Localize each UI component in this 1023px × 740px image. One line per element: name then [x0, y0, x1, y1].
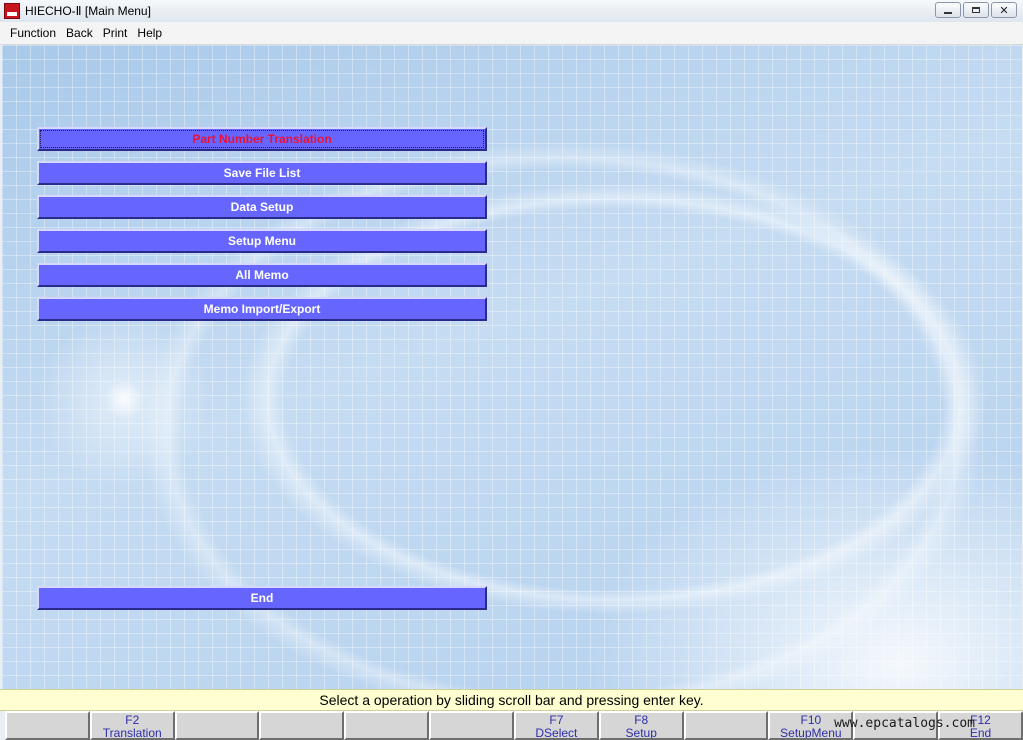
- setup-menu-button[interactable]: Setup Menu: [37, 229, 487, 253]
- menu-print[interactable]: Print: [99, 26, 132, 40]
- fkey-f2-translation[interactable]: F2 Translation: [89, 711, 175, 740]
- status-message: Select a operation by sliding scroll bar…: [319, 692, 704, 708]
- fkey-6[interactable]: [429, 711, 514, 740]
- maximize-button[interactable]: [963, 2, 989, 18]
- minimize-icon: [944, 11, 952, 14]
- maximize-icon: [972, 7, 980, 13]
- app-window: HIECHO-Ⅱ [Main Menu] ✕ Function Back Pri…: [0, 0, 1023, 740]
- menu-back[interactable]: Back: [62, 26, 97, 40]
- memo-import-export-button[interactable]: Memo Import/Export: [37, 297, 487, 321]
- main-panel: Part Number Translation Save File List D…: [2, 45, 1022, 689]
- fkey-f7-dselect[interactable]: F7 DSelect: [513, 711, 599, 740]
- title-bar[interactable]: HIECHO-Ⅱ [Main Menu] ✕: [0, 0, 1023, 23]
- menu-function[interactable]: Function: [6, 26, 60, 40]
- status-bar: Select a operation by sliding scroll bar…: [0, 689, 1023, 711]
- menu-bar: Function Back Print Help: [0, 22, 1023, 45]
- window-controls: ✕: [935, 2, 1017, 18]
- close-button[interactable]: ✕: [991, 2, 1017, 18]
- fkey-f8-setup[interactable]: F8 Setup: [598, 711, 684, 740]
- fkey-4[interactable]: [259, 711, 345, 740]
- fkey-3[interactable]: [174, 711, 260, 740]
- minimize-button[interactable]: [935, 2, 961, 18]
- fkey-1[interactable]: [5, 711, 90, 740]
- menu-help[interactable]: Help: [133, 26, 166, 40]
- all-memo-button[interactable]: All Memo: [37, 263, 487, 287]
- close-icon: ✕: [999, 3, 1009, 17]
- save-file-list-button[interactable]: Save File List: [37, 161, 487, 185]
- watermark-text: www.epcatalogs.com: [834, 716, 975, 731]
- fkey-9[interactable]: [683, 711, 769, 740]
- window-title: HIECHO-Ⅱ [Main Menu]: [25, 4, 151, 18]
- end-button[interactable]: End: [37, 586, 487, 610]
- app-logo-icon: [4, 3, 20, 19]
- data-setup-button[interactable]: Data Setup: [37, 195, 487, 219]
- part-number-translation-button[interactable]: Part Number Translation: [37, 127, 487, 151]
- fkey-5[interactable]: [344, 711, 430, 740]
